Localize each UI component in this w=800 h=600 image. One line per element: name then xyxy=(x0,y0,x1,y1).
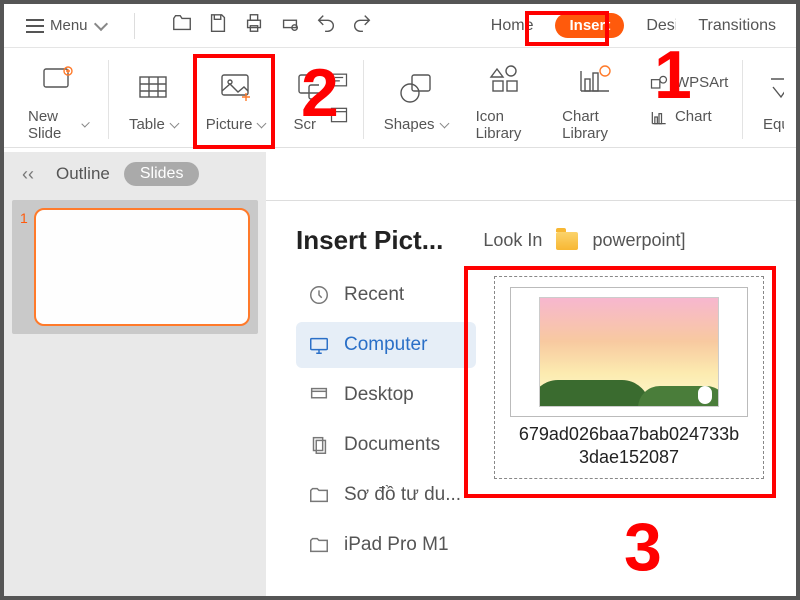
equation-button[interactable]: Equa xyxy=(751,60,784,139)
save-icon[interactable] xyxy=(207,12,229,39)
header-footer-icon[interactable] xyxy=(329,105,349,130)
screenshot-icon xyxy=(293,64,318,110)
picture-button[interactable]: Picture xyxy=(194,60,278,139)
panel-header: Outline Slides xyxy=(4,152,266,192)
source-label: Desktop xyxy=(344,384,414,406)
redo-icon[interactable] xyxy=(351,12,373,39)
shapes-label: Shapes xyxy=(384,116,435,133)
undo-icon[interactable] xyxy=(315,12,337,39)
file-pane: 679ad026baa7bab024733b3dae152087 xyxy=(494,272,772,568)
table-label: Table xyxy=(129,116,165,133)
print-icon[interactable] xyxy=(243,12,265,39)
new-slide-button[interactable]: New Slide xyxy=(16,52,100,148)
menu-dropdown[interactable]: Menu xyxy=(16,13,116,38)
tab-home[interactable]: Home xyxy=(491,17,534,35)
picture-icon xyxy=(216,64,256,110)
divider xyxy=(742,60,743,139)
divider xyxy=(363,60,364,139)
equation-icon xyxy=(763,64,784,110)
source-desktop[interactable]: Desktop xyxy=(296,372,476,418)
new-slide-icon xyxy=(38,56,78,102)
tab-insert[interactable]: Insert xyxy=(555,13,624,38)
textbox-icon[interactable] xyxy=(329,70,349,95)
source-recent[interactable]: Recent xyxy=(296,272,476,318)
chart-library-icon xyxy=(575,56,615,102)
table-icon xyxy=(133,64,173,110)
chart-library-label: Chart Library xyxy=(562,108,627,142)
screenshot-button[interactable]: Scr xyxy=(281,60,318,139)
menu-bar: Menu Home Insert Design Transitions xyxy=(4,4,796,48)
equation-label: Equa xyxy=(763,116,784,133)
file-item[interactable]: 679ad026baa7bab024733b3dae152087 xyxy=(494,276,764,479)
slide-thumbnail-container: 1 xyxy=(12,200,258,334)
monitor-icon xyxy=(308,334,330,356)
file-thumbnail xyxy=(510,287,748,417)
ribbon-insert: New Slide Table Picture Scr Shapes Icon … xyxy=(4,48,796,148)
outline-tab[interactable]: Outline xyxy=(56,164,110,184)
source-folder-1[interactable]: Sơ đồ tư du... xyxy=(296,472,476,518)
slide-preview xyxy=(34,208,250,326)
chevron-down-icon xyxy=(257,118,267,128)
look-in-folder[interactable]: powerpoint] xyxy=(592,230,685,251)
source-computer[interactable]: Computer xyxy=(296,322,476,368)
ribbon-tabs: Home Insert Design Transitions xyxy=(491,13,784,38)
chevron-down-icon xyxy=(169,118,179,128)
hamburger-icon xyxy=(26,19,44,33)
shapes-button[interactable]: Shapes xyxy=(372,60,460,139)
folder-icon xyxy=(556,232,578,250)
wpsart-button[interactable]: WPSArt xyxy=(649,73,728,93)
file-name: 679ad026baa7bab024733b3dae152087 xyxy=(519,423,739,468)
tab-transitions[interactable]: Transitions xyxy=(698,17,776,35)
clock-icon xyxy=(308,284,330,306)
chart-library-button[interactable]: Chart Library xyxy=(550,52,639,148)
small-group-2: WPSArt Chart xyxy=(643,73,734,127)
chevron-down-icon xyxy=(81,119,90,128)
image-preview xyxy=(539,297,719,407)
chart-button[interactable]: Chart xyxy=(649,107,728,127)
folder-icon xyxy=(308,534,330,556)
slide-number: 1 xyxy=(20,208,28,326)
picture-label: Picture xyxy=(206,116,253,133)
slides-panel: Outline Slides 1 xyxy=(4,152,266,596)
folder-icon xyxy=(308,484,330,506)
insert-picture-dialog: Insert Pict... Look In powerpoint] Recen… xyxy=(266,200,796,596)
tab-design[interactable]: Design xyxy=(646,17,676,35)
source-label: Sơ đồ tư du... xyxy=(344,484,461,506)
chevron-down-icon xyxy=(93,16,107,30)
shapes-icon xyxy=(396,64,436,110)
source-label: Recent xyxy=(344,284,404,306)
small-group xyxy=(323,70,355,130)
screenshot-label: Scr xyxy=(293,116,316,133)
open-icon[interactable] xyxy=(171,12,193,39)
print-preview-icon[interactable] xyxy=(279,12,301,39)
divider xyxy=(134,13,135,39)
icon-library-button[interactable]: Icon Library xyxy=(464,52,547,148)
icon-library-icon xyxy=(485,56,525,102)
icon-library-label: Icon Library xyxy=(476,108,535,142)
quick-access-toolbar xyxy=(171,12,373,39)
slide-thumbnail[interactable]: 1 xyxy=(20,208,250,326)
chevron-down-icon xyxy=(439,118,449,128)
dialog-title: Insert Pict... xyxy=(296,225,443,256)
desktop-icon xyxy=(308,384,330,406)
collapse-icon[interactable] xyxy=(22,167,42,181)
source-label: iPad Pro M1 xyxy=(344,534,449,556)
new-slide-label: New Slide xyxy=(28,108,77,142)
menu-label: Menu xyxy=(50,17,88,34)
table-button[interactable]: Table xyxy=(117,60,190,139)
source-list: Recent Computer Desktop Documents Sơ đồ … xyxy=(296,272,476,568)
look-in-label: Look In xyxy=(483,230,542,251)
source-label: Documents xyxy=(344,434,440,456)
divider xyxy=(108,60,109,139)
documents-icon xyxy=(308,434,330,456)
slides-tab[interactable]: Slides xyxy=(124,162,200,186)
source-folder-2[interactable]: iPad Pro M1 xyxy=(296,522,476,568)
look-in-row: Look In powerpoint] xyxy=(483,230,685,251)
source-documents[interactable]: Documents xyxy=(296,422,476,468)
source-label: Computer xyxy=(344,334,427,356)
